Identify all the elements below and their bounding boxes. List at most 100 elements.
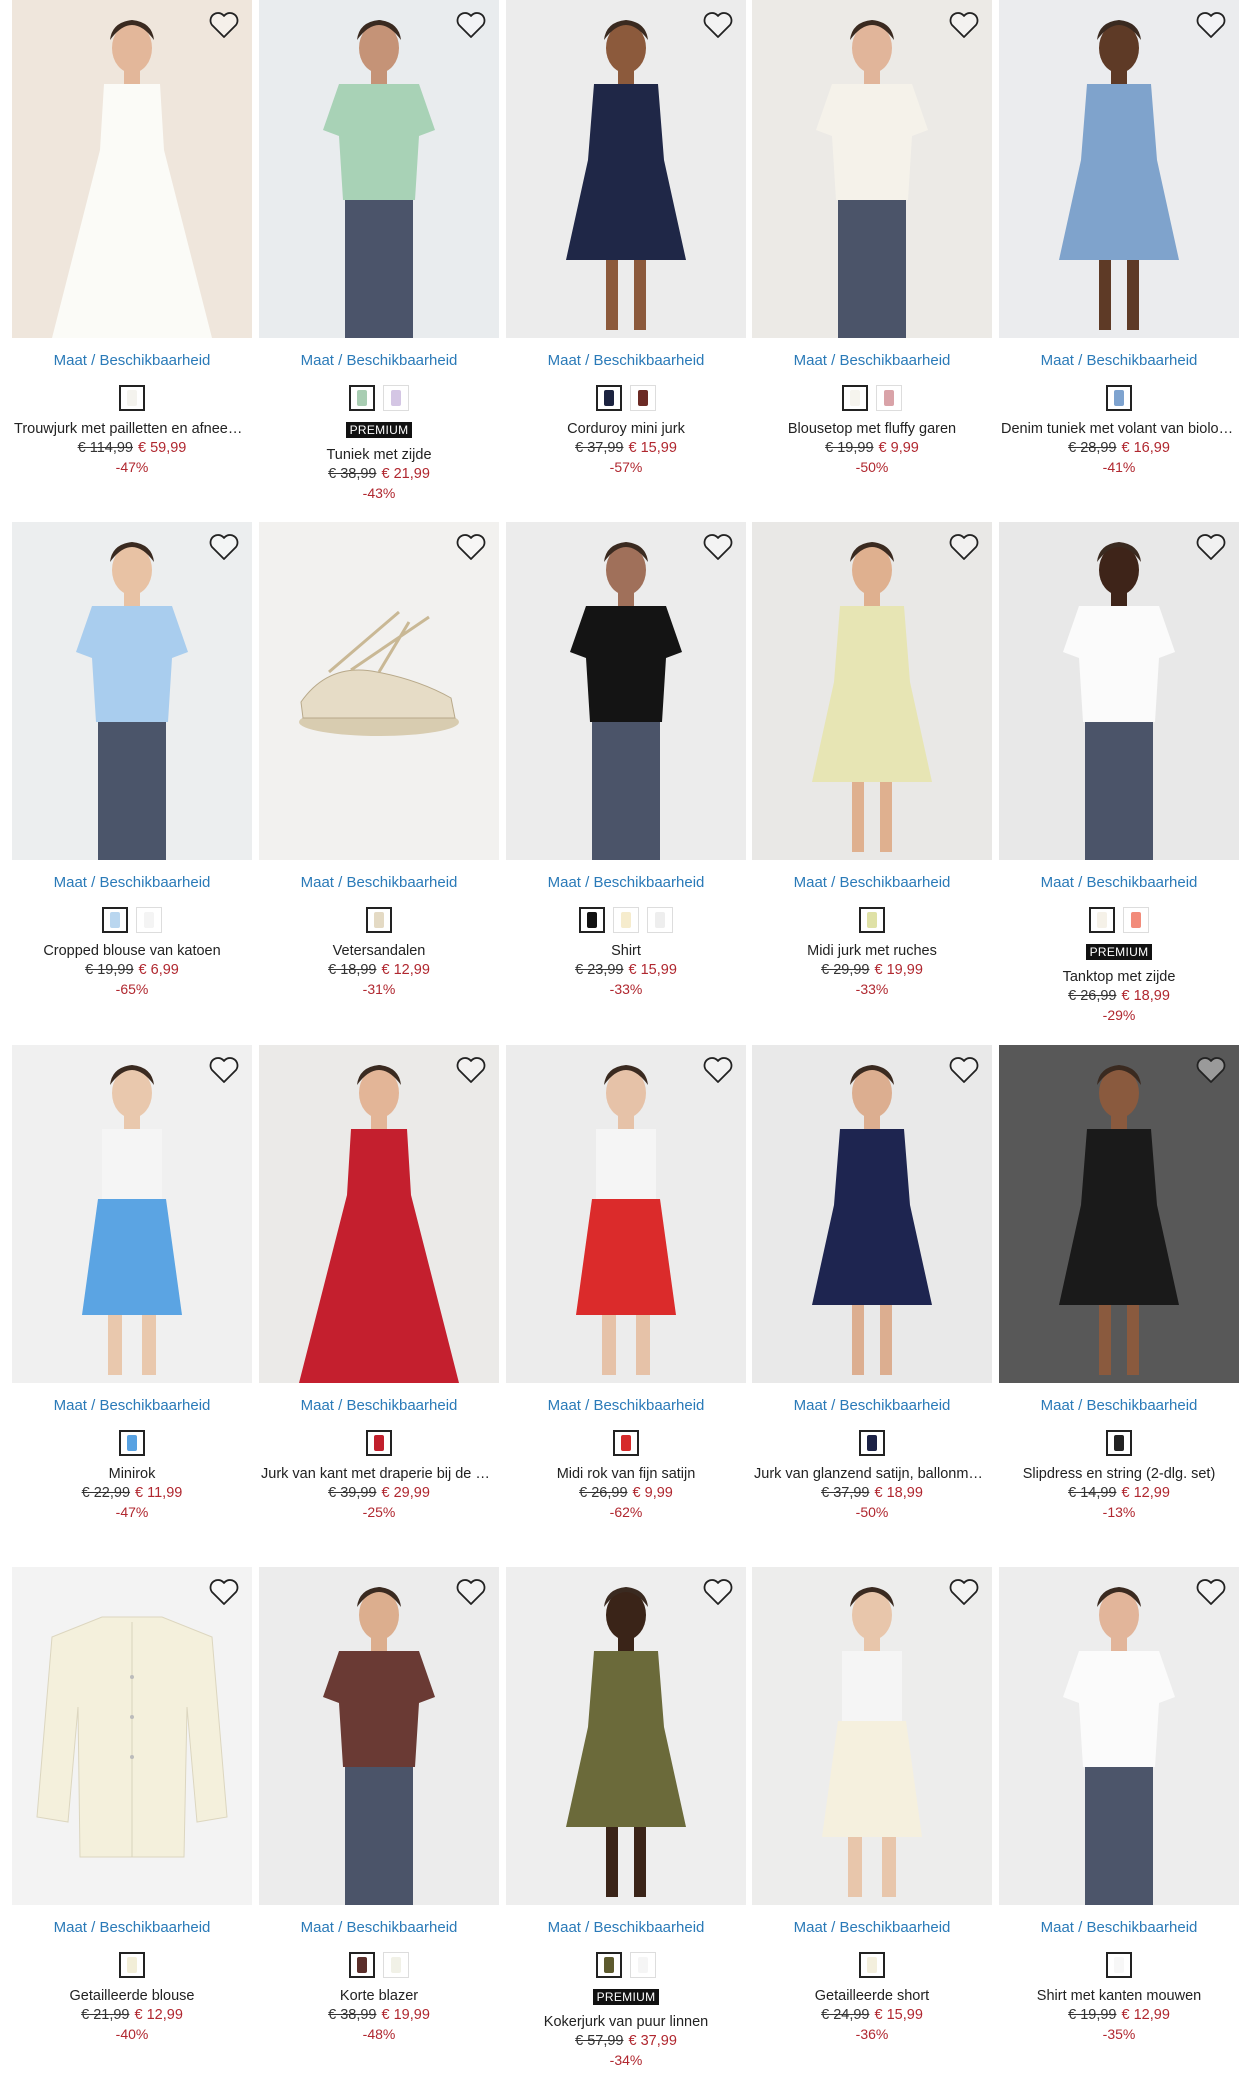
color-swatch[interactable] xyxy=(119,1430,145,1456)
color-swatch[interactable] xyxy=(859,907,885,933)
product-name[interactable]: Korte blazer xyxy=(259,1988,499,2004)
product-card[interactable]: Maat / Beschikbaarheid Getailleerde blou… xyxy=(12,1567,252,2042)
product-name[interactable]: Denim tuniek met volant van biologisch k… xyxy=(999,421,1239,437)
product-image[interactable] xyxy=(999,1045,1239,1383)
product-card[interactable]: Maat / Beschikbaarheid Shirt met kanten … xyxy=(999,1567,1239,2042)
color-swatch[interactable] xyxy=(119,1952,145,1978)
heart-outline-icon[interactable] xyxy=(1195,1055,1227,1085)
color-swatch[interactable] xyxy=(630,1952,656,1978)
product-image[interactable] xyxy=(506,522,746,860)
product-image[interactable] xyxy=(259,0,499,338)
heart-outline-icon[interactable] xyxy=(1195,532,1227,562)
product-image[interactable] xyxy=(752,522,992,860)
color-swatch[interactable] xyxy=(1123,907,1149,933)
size-availability-link[interactable]: Maat / Beschikbaarheid xyxy=(752,1919,992,1937)
product-image[interactable] xyxy=(752,1045,992,1383)
product-card[interactable]: Maat / Beschikbaarheid Jurk van kant met… xyxy=(259,1045,499,1520)
heart-outline-icon[interactable] xyxy=(1195,1577,1227,1607)
product-card[interactable]: Maat / Beschikbaarheid Shirt € 23,99 € 15… xyxy=(506,522,746,997)
size-availability-link[interactable]: Maat / Beschikbaarheid xyxy=(999,1919,1239,1937)
product-card[interactable]: Maat / Beschikbaarheid Denim tuniek met … xyxy=(999,0,1239,475)
heart-outline-icon[interactable] xyxy=(948,1577,980,1607)
product-card[interactable]: Maat / Beschikbaarheid PREMIUM Tuniek me… xyxy=(259,0,499,501)
product-name[interactable]: Jurk van glanzend satijn, ballonmodel xyxy=(752,1466,992,1482)
size-availability-link[interactable]: Maat / Beschikbaarheid xyxy=(752,352,992,370)
color-swatch[interactable] xyxy=(630,385,656,411)
product-image[interactable] xyxy=(506,1567,746,1905)
size-availability-link[interactable]: Maat / Beschikbaarheid xyxy=(752,874,992,892)
color-swatch[interactable] xyxy=(842,385,868,411)
product-name[interactable]: Jurk van kant met draperie bij de mouwen xyxy=(259,1466,499,1482)
color-swatch[interactable] xyxy=(1106,385,1132,411)
size-availability-link[interactable]: Maat / Beschikbaarheid xyxy=(259,874,499,892)
product-name[interactable]: Minirok xyxy=(12,1466,252,1482)
color-swatch[interactable] xyxy=(579,907,605,933)
color-swatch[interactable] xyxy=(647,907,673,933)
product-name[interactable]: Cropped blouse van katoen xyxy=(12,943,252,959)
heart-outline-icon[interactable] xyxy=(455,10,487,40)
heart-outline-icon[interactable] xyxy=(455,1577,487,1607)
product-image[interactable] xyxy=(12,0,252,338)
size-availability-link[interactable]: Maat / Beschikbaarheid xyxy=(506,1919,746,1937)
size-availability-link[interactable]: Maat / Beschikbaarheid xyxy=(259,1397,499,1415)
product-name[interactable]: Tuniek met zijde xyxy=(259,447,499,463)
product-image[interactable] xyxy=(506,1045,746,1383)
heart-outline-icon[interactable] xyxy=(948,532,980,562)
product-image[interactable] xyxy=(259,1045,499,1383)
product-image[interactable] xyxy=(752,1567,992,1905)
product-name[interactable]: Shirt xyxy=(506,943,746,959)
product-name[interactable]: Tanktop met zijde xyxy=(999,969,1239,985)
heart-outline-icon[interactable] xyxy=(702,10,734,40)
product-name[interactable]: Getailleerde short xyxy=(752,1988,992,2004)
color-swatch[interactable] xyxy=(876,385,902,411)
heart-outline-icon[interactable] xyxy=(948,1055,980,1085)
product-image[interactable] xyxy=(506,0,746,338)
product-image[interactable] xyxy=(999,0,1239,338)
product-card[interactable]: Maat / Beschikbaarheid Midi jurk met ruc… xyxy=(752,522,992,997)
size-availability-link[interactable]: Maat / Beschikbaarheid xyxy=(259,1919,499,1937)
size-availability-link[interactable]: Maat / Beschikbaarheid xyxy=(12,1397,252,1415)
product-card[interactable]: Maat / Beschikbaarheid Trouwjurk met pai… xyxy=(12,0,252,475)
product-card[interactable]: Maat / Beschikbaarheid Jurk van glanzend… xyxy=(752,1045,992,1520)
color-swatch[interactable] xyxy=(1106,1430,1132,1456)
size-availability-link[interactable]: Maat / Beschikbaarheid xyxy=(999,874,1239,892)
product-card[interactable]: Maat / Beschikbaarheid Corduroy mini jur… xyxy=(506,0,746,475)
product-image[interactable] xyxy=(999,1567,1239,1905)
size-availability-link[interactable]: Maat / Beschikbaarheid xyxy=(12,352,252,370)
size-availability-link[interactable]: Maat / Beschikbaarheid xyxy=(12,1919,252,1937)
product-name[interactable]: Midi rok van fijn satijn xyxy=(506,1466,746,1482)
color-swatch[interactable] xyxy=(859,1430,885,1456)
heart-outline-icon[interactable] xyxy=(208,10,240,40)
product-image[interactable] xyxy=(999,522,1239,860)
size-availability-link[interactable]: Maat / Beschikbaarheid xyxy=(506,874,746,892)
color-swatch[interactable] xyxy=(1089,907,1115,933)
heart-outline-icon[interactable] xyxy=(948,10,980,40)
color-swatch[interactable] xyxy=(596,385,622,411)
size-availability-link[interactable]: Maat / Beschikbaarheid xyxy=(999,352,1239,370)
product-name[interactable]: Midi jurk met ruches xyxy=(752,943,992,959)
color-swatch[interactable] xyxy=(613,1430,639,1456)
product-card[interactable]: Maat / Beschikbaarheid Cropped blouse va… xyxy=(12,522,252,997)
heart-outline-icon[interactable] xyxy=(1195,10,1227,40)
color-swatch[interactable] xyxy=(366,1430,392,1456)
size-availability-link[interactable]: Maat / Beschikbaarheid xyxy=(999,1397,1239,1415)
product-card[interactable]: Maat / Beschikbaarheid Korte blazer € 38… xyxy=(259,1567,499,2042)
heart-outline-icon[interactable] xyxy=(208,532,240,562)
heart-outline-icon[interactable] xyxy=(702,1577,734,1607)
color-swatch[interactable] xyxy=(366,907,392,933)
heart-outline-icon[interactable] xyxy=(455,532,487,562)
size-availability-link[interactable]: Maat / Beschikbaarheid xyxy=(12,874,252,892)
product-image[interactable] xyxy=(752,0,992,338)
product-name[interactable]: Vetersandalen xyxy=(259,943,499,959)
product-name[interactable]: Getailleerde blouse xyxy=(12,1988,252,2004)
product-card[interactable]: Maat / Beschikbaarheid Getailleerde shor… xyxy=(752,1567,992,2042)
product-card[interactable]: Maat / Beschikbaarheid Blousetop met flu… xyxy=(752,0,992,475)
product-name[interactable]: Blousetop met fluffy garen xyxy=(752,421,992,437)
size-availability-link[interactable]: Maat / Beschikbaarheid xyxy=(506,1397,746,1415)
color-swatch[interactable] xyxy=(596,1952,622,1978)
color-swatch[interactable] xyxy=(1106,1952,1132,1978)
color-swatch[interactable] xyxy=(613,907,639,933)
product-image[interactable] xyxy=(12,522,252,860)
size-availability-link[interactable]: Maat / Beschikbaarheid xyxy=(506,352,746,370)
color-swatch[interactable] xyxy=(136,907,162,933)
